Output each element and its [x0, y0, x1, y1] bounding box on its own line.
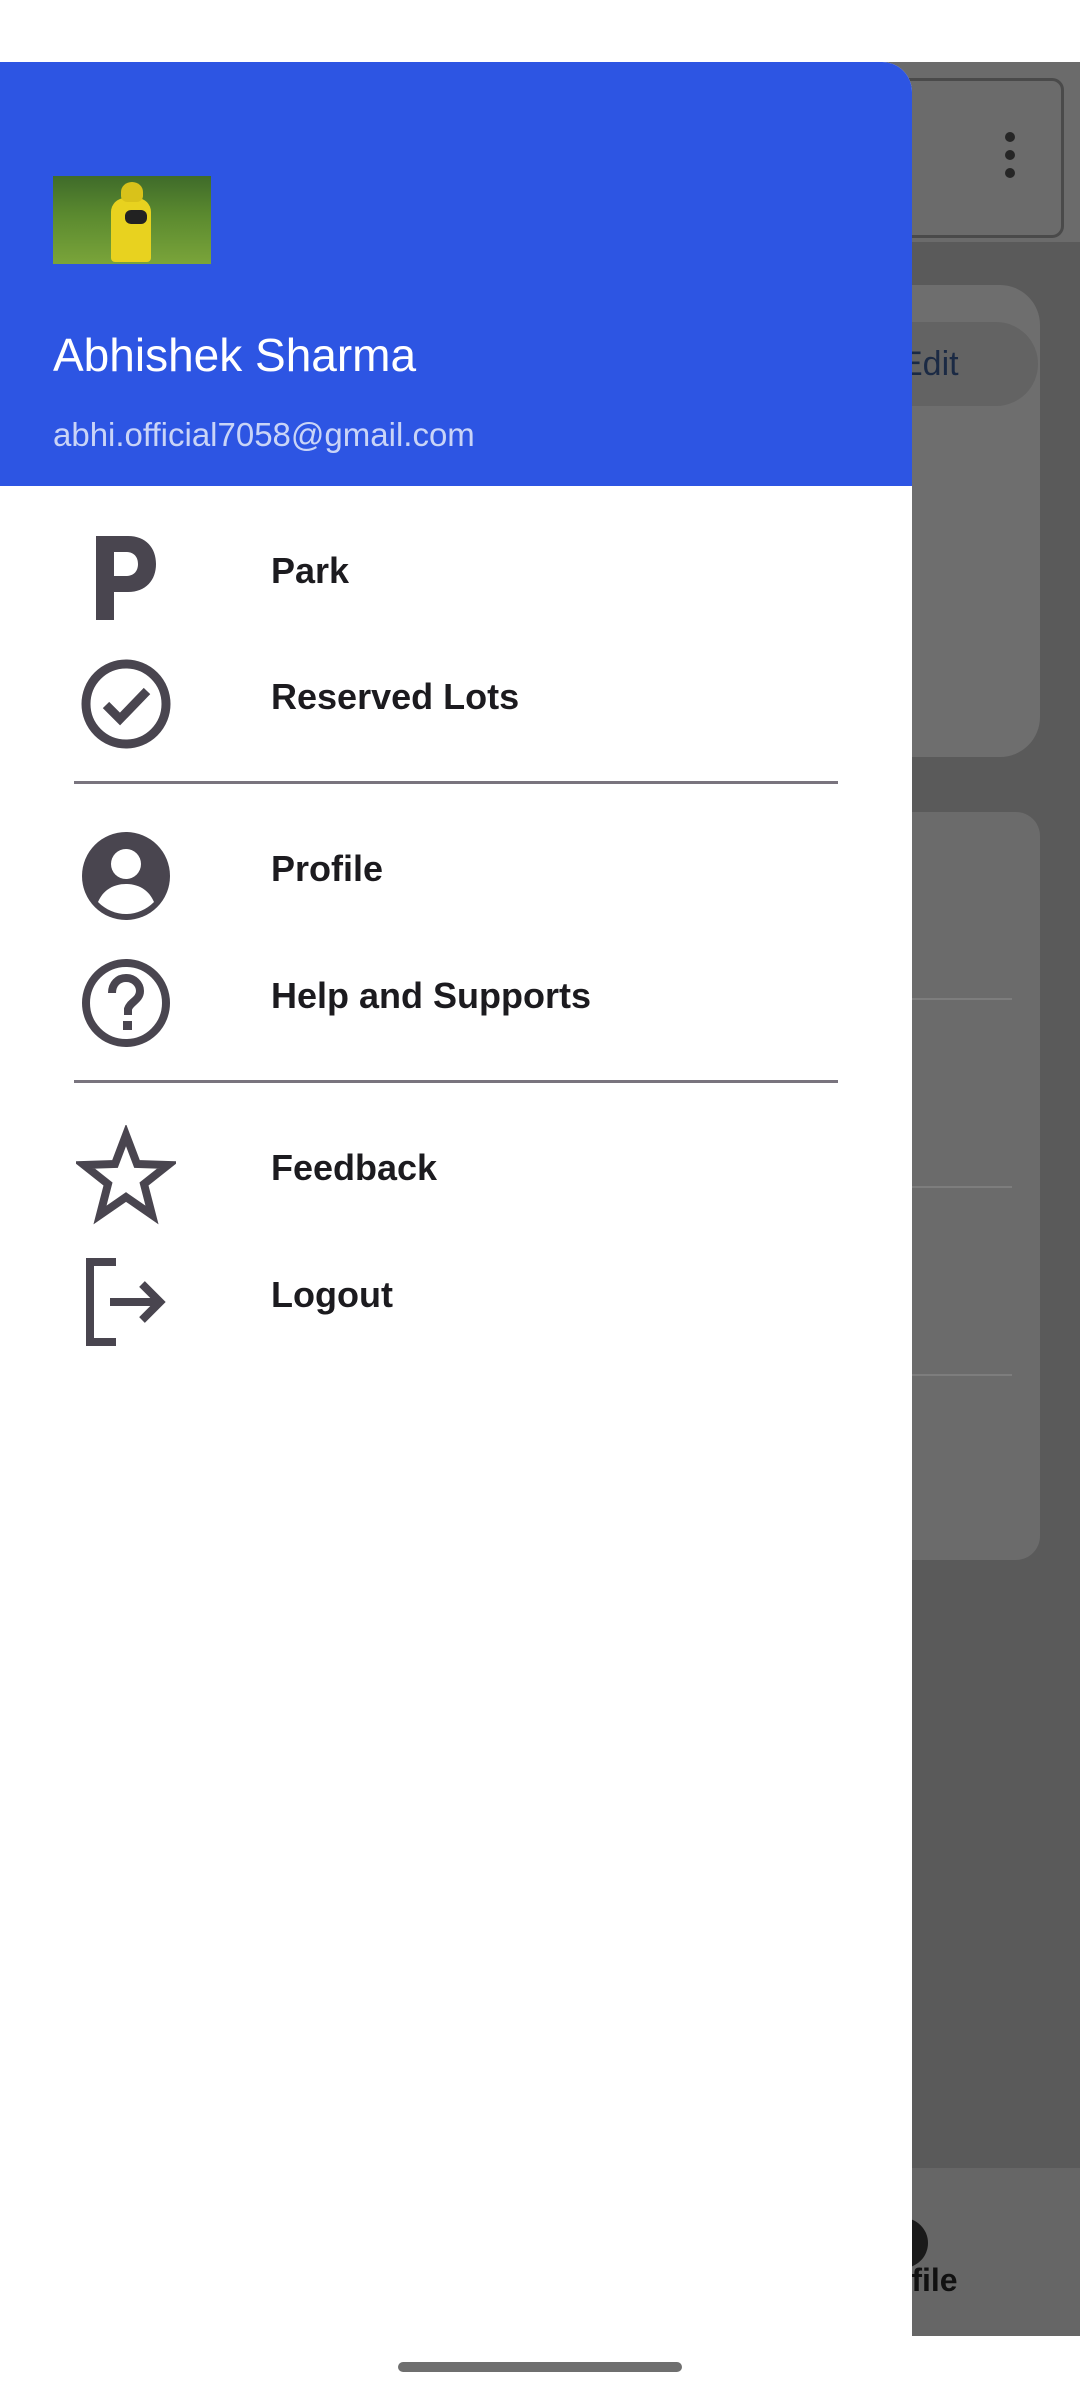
drawer-item-profile[interactable]: Profile: [0, 806, 912, 932]
gesture-navigation-bar[interactable]: [398, 2362, 682, 2372]
drawer-item-label: Logout: [271, 1274, 393, 1315]
drawer-item-park[interactable]: Park: [0, 508, 912, 634]
user-avatar[interactable]: [53, 176, 211, 264]
drawer-item-logout[interactable]: Logout: [0, 1232, 912, 1358]
drawer-header: Abhishek Sharma abhi.official7058@gmail.…: [0, 62, 912, 486]
drawer-divider: [74, 1080, 838, 1083]
parking-icon: [76, 528, 176, 628]
drawer-item-label: Park: [271, 550, 350, 591]
check-circle-icon: [76, 654, 176, 754]
drawer-item-help-and-supports[interactable]: Help and Supports: [0, 933, 912, 1059]
overflow-menu-icon: [990, 132, 1030, 192]
drawer-item-label: Feedback: [271, 1147, 438, 1188]
drawer-item-feedback[interactable]: Feedback: [0, 1105, 912, 1231]
account-circle-icon: [76, 826, 176, 926]
drawer-item-reserved-lots[interactable]: Reserved Lots: [0, 634, 912, 760]
drawer-item-label: Profile: [271, 848, 384, 889]
user-name: Abhishek Sharma: [53, 329, 417, 381]
drawer-item-label: Reserved Lots: [271, 676, 520, 717]
logout-icon: [76, 1252, 176, 1352]
drawer-item-label: Help and Supports: [271, 975, 592, 1016]
star-outline-icon: [76, 1125, 176, 1225]
help-circle-icon: [76, 953, 176, 1053]
navigation-drawer: Abhishek Sharma abhi.official7058@gmail.…: [0, 62, 912, 2336]
user-email: abhi.official7058@gmail.com: [53, 416, 475, 453]
drawer-divider: [74, 781, 838, 784]
status-bar: [0, 0, 1080, 62]
